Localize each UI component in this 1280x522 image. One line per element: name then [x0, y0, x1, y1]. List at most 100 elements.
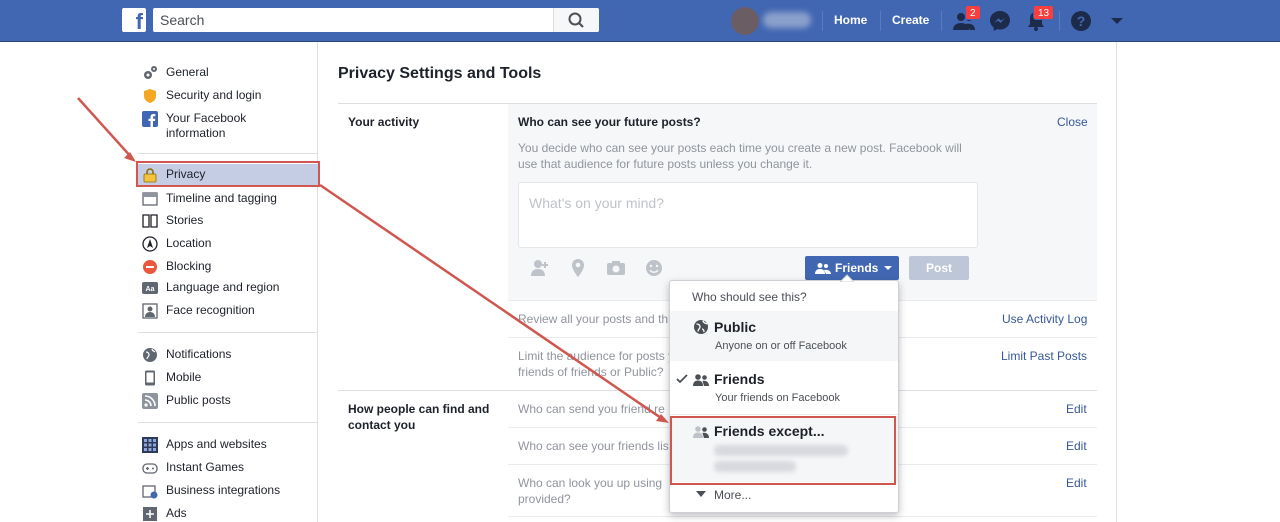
ads-icon	[143, 507, 157, 521]
option-subtitle: Your friends on Facebook	[715, 392, 840, 404]
book-icon	[142, 214, 158, 228]
help-icon[interactable]: ?	[1069, 9, 1093, 33]
sidebar-divider	[138, 332, 318, 333]
facebook-f-icon	[142, 111, 158, 127]
lookup-setting-text: Who can look you up using	[518, 476, 663, 490]
sidebar-item-ads[interactable]: Ads	[142, 506, 316, 522]
audience-option-friends[interactable]	[670, 363, 898, 413]
chevron-down-icon	[884, 266, 893, 270]
option-title: Public	[714, 319, 757, 335]
sidebar-item-business-integrations[interactable]: Business integrations	[142, 483, 316, 503]
sidebar-item-label: Security and login	[166, 88, 262, 102]
gears-icon	[144, 66, 157, 79]
annotation-arrowhead	[124, 152, 136, 162]
close-link[interactable]: Close	[1057, 115, 1088, 129]
notifications-badge: 13	[1033, 5, 1055, 20]
limit-past-posts-link[interactable]: Limit Past Posts	[1001, 349, 1087, 363]
location-pin-icon[interactable]	[568, 258, 588, 278]
avatar[interactable]	[731, 7, 759, 35]
edit-lookup-link[interactable]: Edit	[1066, 476, 1087, 490]
future-posts-question: Who can see your future posts?	[518, 115, 701, 129]
sidebar-item-label: General	[166, 65, 209, 79]
find-contact-label: How people can find and	[348, 402, 490, 416]
checkmark-icon	[676, 374, 688, 384]
sidebar-item-label: Ads	[166, 506, 187, 520]
annotation-box-privacy	[136, 161, 320, 187]
row-divider	[508, 516, 1097, 517]
sidebar-item-location[interactable]: Location	[142, 236, 316, 256]
use-activity-log-link[interactable]: Use Activity Log	[1002, 312, 1087, 326]
sidebar-item-public-posts[interactable]: Public posts	[142, 393, 316, 413]
rss-icon	[142, 393, 158, 409]
timeline-icon	[142, 192, 158, 206]
sidebar-item-blocking[interactable]: Blocking	[142, 259, 316, 279]
sidebar-item-label: Mobile	[166, 370, 202, 384]
sidebar-item-label: Location	[166, 236, 212, 250]
post-button[interactable]: Post	[909, 256, 969, 280]
search-button[interactable]	[553, 8, 599, 32]
sidebar-item-stories[interactable]: Stories	[142, 213, 316, 233]
sidebar-item-apps-and-websites[interactable]: Apps and websites	[142, 437, 316, 457]
search-icon	[568, 12, 584, 28]
page-title: Privacy Settings and Tools	[338, 65, 542, 82]
sidebar-divider	[138, 422, 318, 423]
future-posts-description: You decide who can see your posts each t…	[518, 141, 962, 171]
camera-icon[interactable]	[606, 258, 626, 278]
nav-separator	[1059, 11, 1060, 31]
more-options-link[interactable]: More...	[714, 488, 751, 502]
dropdown-caret	[840, 274, 854, 282]
edit-friends-list-link[interactable]: Edit	[1066, 439, 1087, 453]
account-menu-chevron-down-icon[interactable]	[1105, 9, 1129, 33]
sidebar-item-mobile[interactable]: Mobile	[142, 370, 316, 390]
nav-separator	[880, 11, 881, 31]
settings-sidebar: General Security and login Your Facebook…	[138, 42, 318, 522]
dropdown-header: Who should see this?	[692, 290, 807, 304]
globe-icon	[143, 348, 157, 362]
audience-button-label: Friends	[835, 261, 879, 275]
messenger-icon[interactable]	[988, 9, 1012, 33]
post-composer[interactable]	[518, 182, 978, 248]
sidebar-item-label: Blocking	[166, 259, 212, 273]
search-input[interactable]	[153, 8, 543, 32]
mobile-phone-icon	[145, 370, 155, 386]
top-bar: f Home Create 2 13 ?	[0, 0, 1280, 42]
profile-name-blurred[interactable]	[763, 12, 811, 28]
content-right-border	[1116, 42, 1117, 522]
shield-icon	[144, 89, 156, 103]
apps-grid-icon	[142, 437, 158, 453]
review-posts-text: Review all your posts and thi	[518, 312, 671, 326]
sidebar-item-label: Public posts	[166, 393, 231, 407]
sidebar-item-label: Timeline and tagging	[166, 191, 277, 205]
sidebar-item-your-facebook-information[interactable]: Your Facebook information	[142, 111, 316, 143]
option-title: Friends	[714, 371, 765, 387]
sidebar-item-instant-games[interactable]: Instant Games	[142, 460, 316, 480]
edit-friend-requests-link[interactable]: Edit	[1066, 402, 1087, 416]
sidebar-item-face-recognition[interactable]: Face recognition	[142, 303, 316, 323]
friend-requests-setting-text: Who can send you friend re	[518, 402, 665, 416]
create-link[interactable]: Create	[892, 13, 929, 27]
sidebar-item-label: Instant Games	[166, 460, 245, 474]
sidebar-item-notifications[interactable]: Notifications	[142, 347, 316, 367]
globe-icon	[694, 320, 708, 334]
home-link[interactable]: Home	[834, 13, 867, 27]
face-recognition-icon	[142, 303, 158, 319]
sidebar-item-language-and-region[interactable]: Aa Language and region	[142, 280, 316, 300]
facebook-logo-icon[interactable]: f	[122, 8, 146, 32]
tag-friends-icon[interactable]	[530, 258, 550, 278]
search-bar	[153, 8, 599, 32]
feeling-emoji-icon[interactable]	[644, 258, 664, 278]
location-compass-icon	[142, 236, 158, 252]
nav-separator	[822, 11, 823, 31]
dropdown-divider	[670, 414, 898, 415]
sidebar-item-timeline-and-tagging[interactable]: Timeline and tagging	[142, 191, 316, 211]
sidebar-item-security[interactable]: Security and login	[142, 88, 316, 108]
friend-requests-badge: 2	[965, 5, 981, 20]
svg-text:?: ?	[1077, 13, 1086, 29]
block-icon	[143, 260, 157, 274]
sidebar-item-general[interactable]: General	[142, 65, 316, 85]
more-chevron-down-icon	[696, 491, 706, 497]
gamepad-icon	[142, 463, 158, 474]
sidebar-item-label: Notifications	[166, 347, 232, 361]
business-integration-icon	[142, 485, 158, 499]
annotation-arrow-to-privacy	[77, 97, 133, 159]
